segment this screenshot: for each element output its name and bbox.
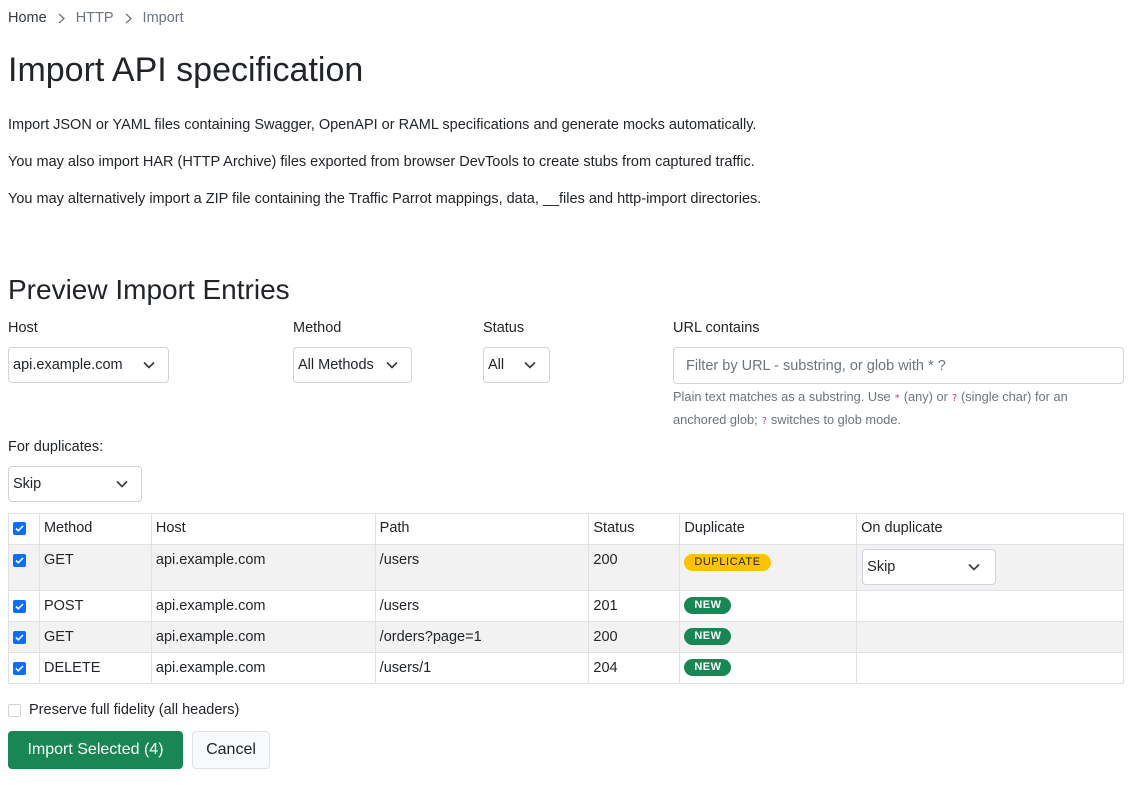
new-badge: NEW <box>684 628 732 645</box>
entries-table: Method Host Path Status Duplicate On dup… <box>8 513 1124 684</box>
new-badge: NEW <box>684 659 732 676</box>
row-path: /users <box>374 544 590 591</box>
table-row: GET api.example.com /orders?page=1 200 N… <box>8 621 1124 653</box>
duplicates-select[interactable]: Skip <box>8 466 142 502</box>
fidelity-label: Preserve full fidelity (all headers) <box>29 702 240 718</box>
breadcrumb-current: Import <box>142 10 184 26</box>
duplicates-value: Skip <box>13 476 42 492</box>
row-checkbox[interactable] <box>13 600 26 613</box>
chevron-down-icon <box>386 361 398 369</box>
preview-title: Preview Import Entries <box>8 274 290 305</box>
row-status: 201 <box>588 590 681 622</box>
col-path-header: Path <box>374 513 590 545</box>
duplicate-badge: DUPLICATE <box>684 554 771 571</box>
row-checkbox[interactable] <box>13 631 26 644</box>
method-filter-select[interactable]: All Methods <box>293 347 412 383</box>
row-method: GET <box>38 544 152 591</box>
row-method: DELETE <box>38 652 152 684</box>
table-row: POST api.example.com /users 201 NEW <box>8 590 1124 622</box>
cancel-button[interactable]: Cancel <box>192 731 270 769</box>
row-path: /orders?page=1 <box>374 621 590 653</box>
chevron-down-icon <box>143 361 155 369</box>
fidelity-option[interactable]: Preserve full fidelity (all headers) <box>8 702 239 718</box>
description-har: You may also import HAR (HTTP Archive) f… <box>8 154 755 170</box>
chevron-down-icon <box>524 361 536 369</box>
host-filter-label: Host <box>8 320 38 336</box>
row-checkbox[interactable] <box>13 662 26 675</box>
col-method-header: Method <box>38 513 152 545</box>
check-icon <box>15 634 24 641</box>
row-status: 204 <box>588 652 681 684</box>
url-filter-help: Plain text matches as a substring. Use *… <box>673 389 1068 427</box>
row-on-duplicate-value: Skip <box>867 559 896 575</box>
breadcrumb-http[interactable]: HTTP <box>76 10 114 26</box>
table-header-row: Method Host Path Status Duplicate On dup… <box>8 513 1124 545</box>
status-filter-value: All <box>488 357 505 373</box>
breadcrumb: Home HTTP Import <box>8 10 184 26</box>
row-status: 200 <box>588 621 681 653</box>
chevron-down-icon <box>968 563 980 571</box>
chevron-right-icon <box>58 13 65 24</box>
row-host: api.example.com <box>150 544 376 591</box>
check-icon <box>15 665 24 672</box>
method-filter-label: Method <box>293 320 342 336</box>
row-status: 200 <box>588 544 681 591</box>
description-zip: You may alternatively import a ZIP file … <box>8 191 762 207</box>
chevron-down-icon <box>116 480 128 488</box>
row-checkbox[interactable] <box>13 554 26 567</box>
table-row: DELETE api.example.com /users/1 204 NEW <box>8 652 1124 684</box>
col-on-duplicate-header: On duplicate <box>856 513 1124 545</box>
url-filter-label: URL contains <box>673 320 760 336</box>
duplicates-label: For duplicates: <box>8 439 104 455</box>
row-path: /users <box>374 590 590 622</box>
col-host-header: Host <box>150 513 376 545</box>
col-duplicate-header: Duplicate <box>679 513 858 545</box>
check-icon <box>15 603 24 610</box>
page-title: Import API specification <box>8 51 364 89</box>
breadcrumb-home[interactable]: Home <box>8 10 47 26</box>
fidelity-checkbox[interactable] <box>8 703 21 717</box>
check-icon <box>15 525 24 532</box>
import-selected-button[interactable]: Import Selected (4) <box>8 731 183 769</box>
status-filter-select[interactable]: All <box>483 347 550 383</box>
row-host: api.example.com <box>150 652 376 684</box>
row-method: POST <box>38 590 152 622</box>
method-filter-value: All Methods <box>298 357 374 373</box>
url-filter-input[interactable] <box>673 347 1124 384</box>
table-row: GET api.example.com /users 200 DUPLICATE… <box>8 544 1124 591</box>
row-method: GET <box>38 621 152 653</box>
chevron-right-icon <box>125 13 132 24</box>
new-badge: NEW <box>684 597 732 614</box>
row-path: /users/1 <box>374 652 590 684</box>
row-host: api.example.com <box>150 590 376 622</box>
host-filter-value: api.example.com <box>13 357 123 373</box>
check-icon <box>15 557 24 564</box>
select-all-checkbox[interactable] <box>13 522 26 535</box>
host-filter-select[interactable]: api.example.com <box>8 347 169 383</box>
description-specs: Import JSON or YAML files containing Swa… <box>8 117 757 133</box>
col-status-header: Status <box>588 513 681 545</box>
row-host: api.example.com <box>150 621 376 653</box>
row-on-duplicate-select[interactable]: Skip <box>862 549 997 585</box>
status-filter-label: Status <box>483 320 525 336</box>
select-all-cell <box>8 513 40 545</box>
